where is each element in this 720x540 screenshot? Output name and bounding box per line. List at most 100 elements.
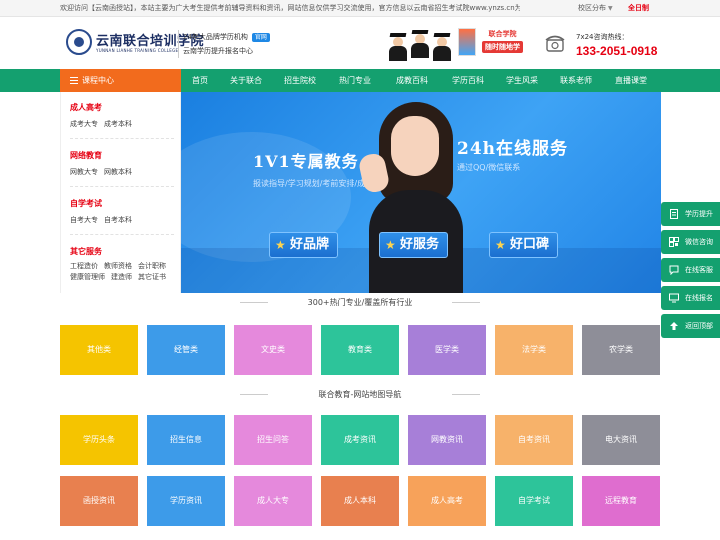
banner-badge-reputation: ★ 好口碑 [489,232,559,258]
star-icon: ★ [275,238,286,252]
phone-icon [545,35,565,52]
sidebar-link[interactable]: 其它证书 [138,273,166,281]
course-center-menu[interactable]: 课程中心 [60,69,181,92]
sidebar-link[interactable]: 成考大专 [70,120,98,128]
major-category-tile[interactable]: 教育类 [321,325,399,375]
sidebar-link[interactable]: 网教大专 [70,168,98,176]
campus-distribution-label: 校区分布 [578,4,606,12]
sidebar-link[interactable]: 成考本科 [104,120,132,128]
sitemap-link-tile[interactable]: 成考资讯 [321,415,399,465]
sitemap-link-tile[interactable]: 远程教育 [582,476,660,526]
float-item-label: 在线客服 [685,266,713,274]
sitemap-link-tile[interactable]: 函授资讯 [60,476,138,526]
nav-item-schools[interactable]: 招生院校 [273,69,327,92]
sidebar-link[interactable]: 建造师 [111,273,132,281]
sitemap-link-tile[interactable]: 学历资讯 [147,476,225,526]
campus-distribution-link[interactable]: 校区分布 ▼ [578,3,613,13]
sitemap-link-tile[interactable]: 招生问答 [234,415,312,465]
nav-item-about[interactable]: 关于联合 [219,69,273,92]
major-category-tile[interactable]: 医学类 [408,325,486,375]
sidebar-link[interactable]: 工程造价 [70,262,98,270]
major-category-tile[interactable]: 其他类 [60,325,138,375]
float-item-label: 学历提升 [685,210,713,218]
majors-section-title: 300+热门专业/覆盖所有行业 [240,297,480,308]
float-item-label: 返回顶部 [685,322,713,330]
float-online-support[interactable]: 在线客服 [661,258,720,282]
banner-headline-service: 24h在线服务 [457,139,569,159]
slogan-text: 24年大品牌学历机构 [183,33,248,41]
nav-item-contact-teacher[interactable]: 联系老师 [549,69,603,92]
banner-headline-tutor: 1V1专属教务 [253,152,359,171]
major-category-tile[interactable]: 农学类 [582,325,660,375]
sidebar-group-title[interactable]: 其它服务 [70,246,172,257]
course-center-label: 课程中心 [82,76,114,85]
study-promo-tag: 随时随地学 [482,41,523,53]
sitemap-link-tile[interactable]: 自学考试 [495,476,573,526]
float-wechat[interactable]: 微信咨询 [661,230,720,254]
qr-code-icon [669,237,679,247]
site-notice: 欢迎访问【云南函授站】，本站主要为广大考生提供考前辅导资料和资讯，网站信息仅供学… [60,4,520,12]
nav-item-student-gallery[interactable]: 学生风采 [495,69,549,92]
nav-item-home[interactable]: 首页 [181,69,219,92]
sidebar-divider [70,138,174,139]
badge-label: 好品牌 [290,237,330,252]
sidebar-divider [70,186,174,187]
sitemap-link-tile[interactable]: 成人高考 [408,476,486,526]
major-category-tile[interactable]: 经管类 [147,325,225,375]
chevron-down-icon: ▼ [608,5,613,12]
floating-service-bar: 学历提升 微信咨询 在线客服 在线报名 返回顶部 [661,202,720,342]
sidebar-group-self-study: 自学考试 自考大专 自考本科 [70,198,138,226]
sidebar-link[interactable]: 健康管理师 [70,273,105,281]
sitemap-link-tile[interactable]: 网教资讯 [408,415,486,465]
header-slogan: 24年大品牌学历机构 官网 [183,32,270,42]
sidebar-group-other-services: 其它服务 工程造价 教师资格 会计职称 健康管理师 建造师 其它证书 [70,246,172,283]
study-book-icon [458,28,476,56]
sitemap-link-tile[interactable]: 电大资讯 [582,415,660,465]
sidebar-link[interactable]: 教师资格 [104,262,132,270]
sitemap-section-title: 联合教育-网站地图导航 [240,389,480,400]
sitemap-link-tile[interactable]: 自考资讯 [495,415,573,465]
header-divider [178,30,179,58]
college-emblem-icon [66,29,92,55]
hero-banner[interactable]: 1V1专属教务 报读指导/学习规划/考前安排/成绩 24h在线服务 通过QQ/微… [181,92,661,293]
sitemap-link-tile[interactable]: 招生信息 [147,415,225,465]
float-online-signup[interactable]: 在线报名 [661,286,720,310]
major-category-tile[interactable]: 文史类 [234,325,312,375]
sitemap-link-tile[interactable]: 学历头条 [60,415,138,465]
sidebar-link[interactable]: 自考本科 [104,216,132,224]
banner-badge-service: ★ 好服务 [379,232,449,258]
menu-icon [70,77,78,84]
banner-presenter-image [357,102,471,293]
float-back-to-top[interactable]: 返回顶部 [661,314,720,338]
sitemap-link-tile[interactable]: 成人大专 [234,476,312,526]
fulltime-link[interactable]: 全日制 [628,3,649,13]
sidebar-group-online-edu: 网络教育 网教大专 网教本科 [70,150,138,178]
float-degree-upgrade[interactable]: 学历提升 [661,202,720,226]
sitemap-link-tile[interactable]: 成人本科 [321,476,399,526]
sidebar-group-title[interactable]: 自学考试 [70,198,138,209]
sidebar-group-adult-exam: 成人高考 成考大专 成考本科 [70,102,138,130]
arrow-up-icon [670,322,678,330]
sidebar-link[interactable]: 自考大专 [70,216,98,224]
float-item-label: 微信咨询 [685,238,713,246]
nav-item-live-class[interactable]: 直播课堂 [603,69,659,92]
study-promo-title: 联合学院 [488,30,517,38]
course-sidebar: 成人高考 成考大专 成考本科 网络教育 网教大专 网教本科 自学考试 自考大专 自考本… [60,92,181,293]
sidebar-link[interactable]: 网教本科 [104,168,132,176]
star-icon: ★ [385,238,396,252]
nav-item-adult-edu-wiki[interactable]: 成教百科 [383,69,441,92]
sidebar-group-title[interactable]: 成人高考 [70,102,138,113]
major-category-tile[interactable]: 法学类 [495,325,573,375]
badge-label: 好口碑 [510,237,550,252]
float-item-label: 在线报名 [685,294,713,302]
hotline-label: 7x24咨询热线： [576,33,629,41]
site-logo[interactable]: 云南联合培训学院 YUNNAN LIANHE TRAINING COLLEGE [66,29,204,59]
top-notice-bar: 欢迎访问【云南函授站】，本站主要为广大考生提供考前辅导资料和资讯，网站信息仅供学… [0,0,720,17]
site-header: 云南联合培训学院 YUNNAN LIANHE TRAINING COLLEGE … [0,17,720,69]
nav-item-degree-wiki[interactable]: 学历百科 [441,69,495,92]
sidebar-link[interactable]: 会计职称 [138,262,166,270]
hotline-number[interactable]: 133-2051-0918 [576,44,657,58]
nav-item-majors[interactable]: 热门专业 [327,69,383,92]
study-anytime-promo: 联合学院 随时随地学 [482,29,523,53]
sidebar-group-title[interactable]: 网络教育 [70,150,138,161]
